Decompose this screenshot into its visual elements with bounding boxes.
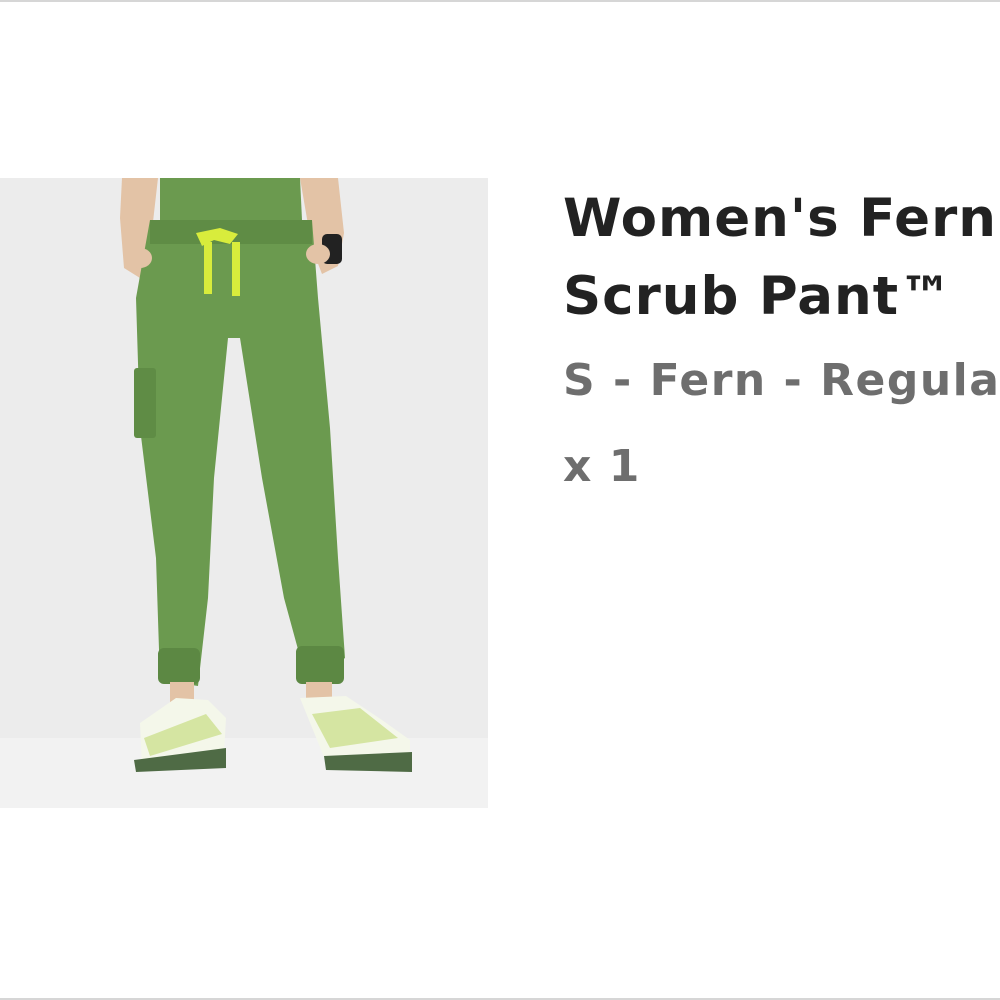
product-name-line1: Women's Fern	[563, 188, 997, 249]
product-quantity: x 1	[563, 441, 641, 492]
product-name-line2: Scrub Pant™	[563, 266, 954, 327]
cart-line-item: Women's Fern Scrub Pant™ S - Fern - Regu…	[0, 0, 1000, 1000]
product-photo-illustration	[0, 178, 488, 808]
product-name[interactable]: Women's Fern Scrub Pant™	[563, 180, 1000, 336]
product-image[interactable]	[0, 178, 488, 808]
product-info: Women's Fern Scrub Pant™ S - Fern - Regu…	[563, 180, 1000, 494]
product-variant: S - Fern - Regular	[563, 355, 1000, 406]
